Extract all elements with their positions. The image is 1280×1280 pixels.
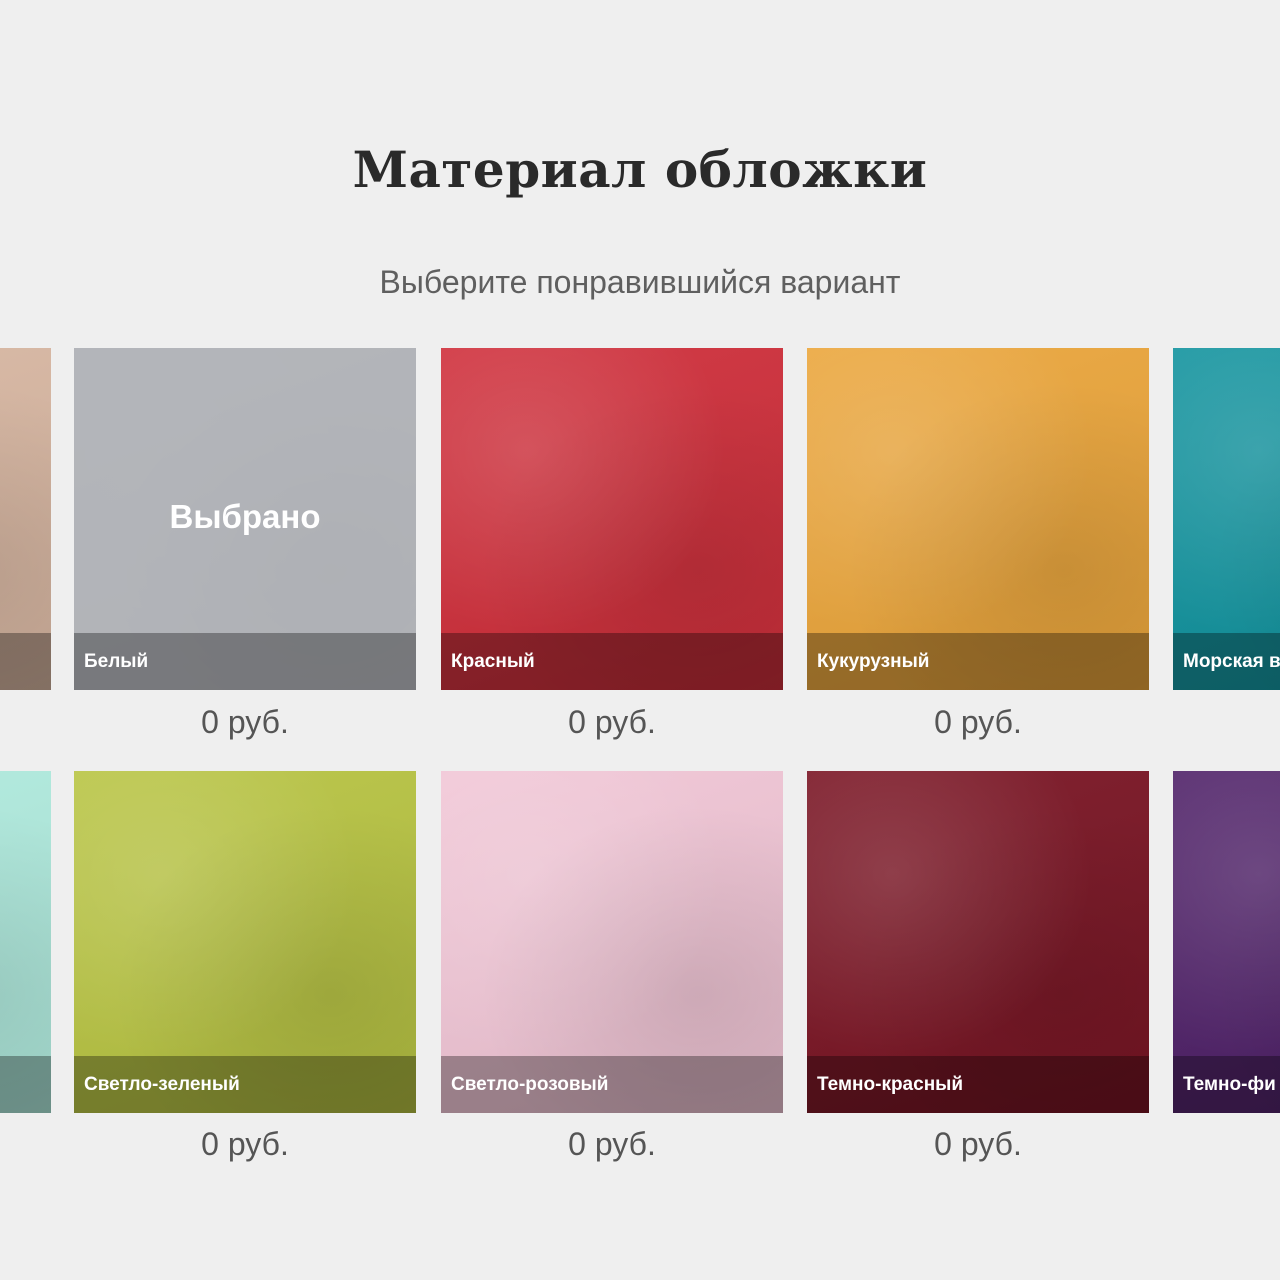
- material-swatch-corn[interactable]: Кукурузный: [807, 348, 1149, 690]
- material-swatch-light-green[interactable]: Светло-зеленый: [74, 771, 416, 1113]
- material-name: Светло-розовый: [441, 1056, 783, 1113]
- material-swatch-red[interactable]: Красный: [441, 348, 783, 690]
- material-name: Белый: [74, 633, 416, 690]
- material-name: [0, 633, 51, 690]
- material-swatch-white[interactable]: Выбрано Белый: [74, 348, 416, 690]
- material-price: 0 руб.: [934, 704, 1022, 740]
- material-price: 0 руб.: [568, 704, 656, 740]
- material-swatch-partial-beige[interactable]: [0, 348, 51, 690]
- material-name: Темно-красный: [807, 1056, 1149, 1113]
- material-price: 0 руб.: [568, 1126, 656, 1162]
- material-swatch-dark-red[interactable]: Темно-красный: [807, 771, 1149, 1113]
- material-price: 0 руб.: [201, 1126, 289, 1162]
- material-name: Светло-зеленый: [74, 1056, 416, 1113]
- material-swatch-light-pink[interactable]: Светло-розовый: [441, 771, 783, 1113]
- section-subtitle: Выберите понравившийся вариант: [379, 264, 901, 300]
- material-swatch-partial-mint[interactable]: [0, 771, 51, 1113]
- material-price: 0 руб.: [201, 704, 289, 740]
- cover-material-page: Материал обложки Выберите понравившийся …: [0, 0, 1280, 1280]
- material-swatch-sea-wave[interactable]: Морская в: [1173, 348, 1280, 690]
- material-name: Темно-фи: [1173, 1056, 1280, 1113]
- material-name: Красный: [441, 633, 783, 690]
- section-title: Материал обложки: [352, 140, 928, 199]
- material-name: [0, 1056, 51, 1113]
- material-swatch-dark-violet[interactable]: Темно-фи: [1173, 771, 1280, 1113]
- material-name: Кукурузный: [807, 633, 1149, 690]
- selected-label: Выбрано: [169, 498, 321, 535]
- material-name: Морская в: [1173, 633, 1280, 690]
- material-price: 0 руб.: [934, 1126, 1022, 1162]
